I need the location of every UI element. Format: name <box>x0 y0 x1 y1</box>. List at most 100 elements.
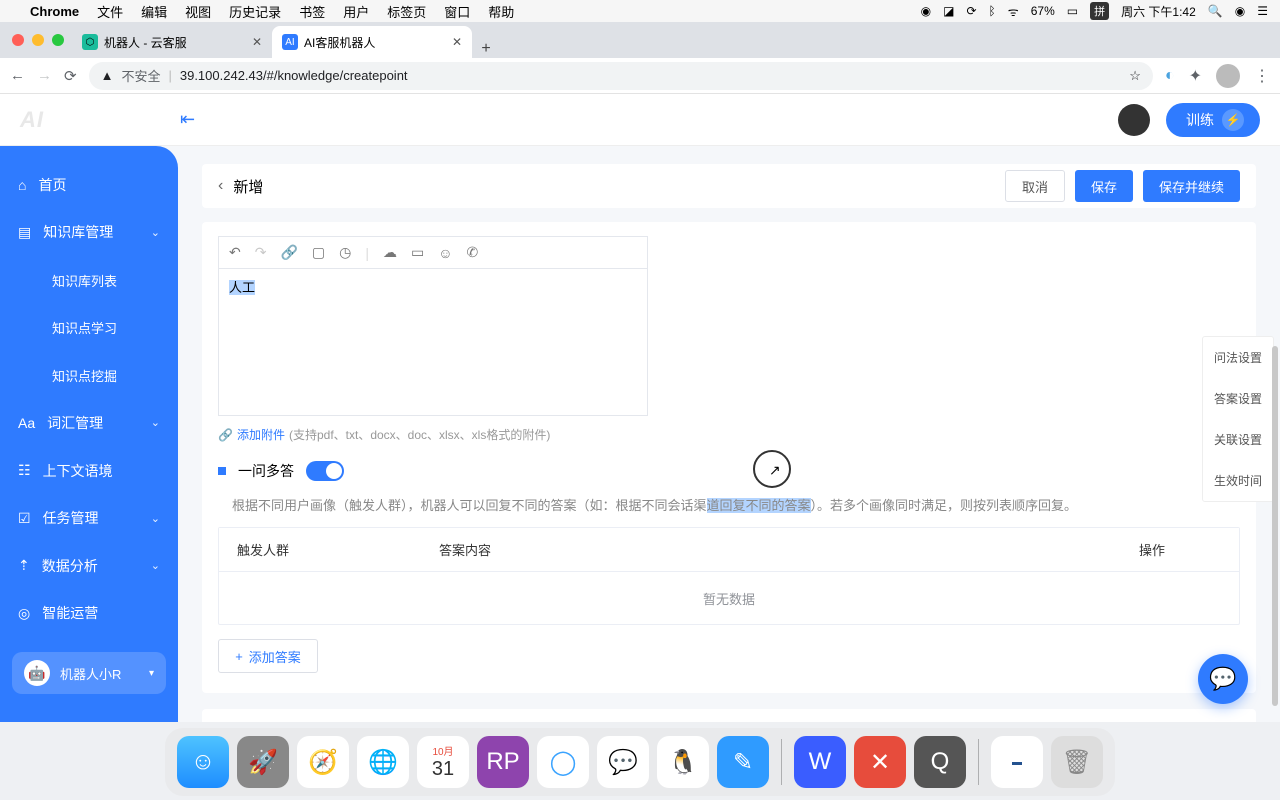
app-logo: AI <box>20 107 180 133</box>
spotlight-icon[interactable]: 🔍 <box>1208 4 1223 18</box>
smile-icon[interactable]: ☺ <box>438 245 452 261</box>
maximize-window-icon[interactable] <box>52 34 64 46</box>
scrollbar[interactable] <box>1272 346 1278 706</box>
dock-chrome-icon[interactable]: 🌐 <box>357 736 409 788</box>
dock-app-icon[interactable]: ◯ <box>537 736 589 788</box>
slide-icon[interactable]: ▭ <box>411 244 424 261</box>
anchor-item[interactable]: 问法设置 <box>1203 337 1273 378</box>
sidebar-item-home[interactable]: ⌂首页 <box>0 162 178 208</box>
sidebar-sub-kb-learn[interactable]: 知识点学习 <box>0 305 178 351</box>
bullet-icon <box>218 467 226 475</box>
browser-tab-active[interactable]: AI AI客服机器人 ✕ <box>272 26 472 58</box>
status-icon[interactable]: ⟳ <box>966 4 976 18</box>
dock-file-icon[interactable]: ▬ <box>991 736 1043 788</box>
minimize-window-icon[interactable] <box>32 34 44 46</box>
app-header: AI ⇤ 训练 ⚡ <box>0 94 1280 146</box>
sidebar-item-tasks[interactable]: ☑任务管理⌄ <box>0 495 178 541</box>
anchor-item[interactable]: 关联设置 <box>1203 419 1273 460</box>
dock-quicktime-icon[interactable]: Q <box>914 736 966 788</box>
dock-app-icon[interactable]: RP <box>477 736 529 788</box>
dock-wechat-icon[interactable]: 💬 <box>597 736 649 788</box>
sidebar-item-analytics[interactable]: ⇡数据分析⌄ <box>0 543 178 589</box>
anchor-item[interactable]: 答案设置 <box>1203 378 1273 419</box>
battery-percent: 67% <box>1031 4 1055 18</box>
chevron-down-icon: ▾ <box>149 668 154 679</box>
chat-fab[interactable]: 💬 <box>1198 654 1248 704</box>
add-answer-button[interactable]: + 添加答案 <box>218 639 318 673</box>
wifi-icon[interactable]: ᯤ <box>1008 3 1019 20</box>
clock-icon[interactable]: ◷ <box>339 244 351 261</box>
sidebar-sub-kb-mine[interactable]: 知识点挖掘 <box>0 353 178 399</box>
dock-app-icon[interactable]: ✕ <box>854 736 906 788</box>
control-center-icon[interactable]: ☰ <box>1257 4 1268 18</box>
sidebar-item-context[interactable]: ☷上下文语境 <box>0 448 178 494</box>
sidebar-item-vocab[interactable]: Aa词汇管理⌄ <box>0 400 178 446</box>
address-bar[interactable]: ▲ 不安全 | 39.100.242.43/#/knowledge/create… <box>89 62 1153 90</box>
menubar-app[interactable]: Chrome <box>30 4 79 19</box>
collapse-sidebar-icon[interactable]: ⇤ <box>180 109 195 130</box>
cloud-icon[interactable]: ☁ <box>383 244 397 261</box>
forward-icon[interactable]: → <box>37 67 52 84</box>
back-icon[interactable]: ← <box>10 67 25 84</box>
link-icon[interactable]: 🔗 <box>280 244 297 261</box>
status-icon[interactable]: ◪ <box>943 4 954 18</box>
save-continue-button[interactable]: 保存并继续 <box>1143 170 1240 202</box>
dock-qq-icon[interactable]: 🐧 <box>657 736 709 788</box>
add-attachment-link[interactable]: 添加附件 <box>237 426 285 443</box>
close-window-icon[interactable] <box>12 34 24 46</box>
extension-icon[interactable]: ◐ <box>1165 67 1175 85</box>
sidebar-item-ops[interactable]: ◎智能运营 <box>0 591 178 637</box>
reload-icon[interactable]: ⟳ <box>64 67 77 85</box>
table-header: 触发人群 答案内容 操作 <box>219 528 1239 572</box>
anchor-item[interactable]: 生效时间 <box>1203 460 1273 501</box>
menu-user[interactable]: 用户 <box>343 2 369 21</box>
train-button[interactable]: 训练 ⚡ <box>1166 103 1260 137</box>
profile-avatar-icon[interactable] <box>1216 64 1240 88</box>
dock-app-icon[interactable]: ✎ <box>717 736 769 788</box>
cancel-button[interactable]: 取消 <box>1005 170 1065 202</box>
window-controls[interactable] <box>8 34 72 46</box>
image-icon[interactable]: ▢ <box>312 244 325 261</box>
clock[interactable]: 周六 下午1:42 <box>1121 3 1196 20</box>
multi-answer-toggle[interactable] <box>306 461 344 481</box>
menu-help[interactable]: 帮助 <box>488 2 514 21</box>
text-icon: Aa <box>18 415 35 431</box>
rich-text-editor[interactable]: 人工 <box>218 268 648 416</box>
ime-indicator[interactable]: 拼 <box>1090 2 1109 20</box>
close-tab-icon[interactable]: ✕ <box>452 35 462 49</box>
sidebar-bot-selector[interactable]: 🤖 机器人小R ▾ <box>12 652 166 694</box>
menu-history[interactable]: 历史记录 <box>229 2 281 21</box>
bot-name: 机器人小R <box>60 664 121 683</box>
menu-window[interactable]: 窗口 <box>444 2 470 21</box>
chrome-tabstrip: ⬡ 机器人 - 云客服 ✕ AI AI客服机器人 ✕ + <box>0 22 1280 58</box>
bookmark-star-icon[interactable]: ☆ <box>1129 68 1141 84</box>
sidebar-label: 词汇管理 <box>47 413 103 433</box>
bluetooth-icon[interactable]: ᛒ <box>989 4 996 18</box>
back-chevron-icon[interactable]: ‹ <box>218 177 223 195</box>
status-icon[interactable]: ◉ <box>921 4 931 18</box>
menu-edit[interactable]: 编辑 <box>141 2 167 21</box>
browser-tab[interactable]: ⬡ 机器人 - 云客服 ✕ <box>72 26 272 58</box>
menu-bookmarks[interactable]: 书签 <box>299 2 325 21</box>
user-avatar[interactable] <box>1118 104 1150 136</box>
dock-wps-icon[interactable]: W <box>794 736 846 788</box>
new-tab-button[interactable]: + <box>472 40 500 58</box>
save-button[interactable]: 保存 <box>1075 170 1133 202</box>
dock-finder-icon[interactable]: ☺ <box>177 736 229 788</box>
chrome-menu-icon[interactable]: ⋮ <box>1254 66 1270 86</box>
redo-icon[interactable]: ↷ <box>255 244 267 261</box>
dock-trash-icon[interactable]: 🗑 <box>1051 736 1103 788</box>
undo-icon[interactable]: ↶ <box>229 244 241 261</box>
dock-calendar-icon[interactable]: 10月31 <box>417 736 469 788</box>
menu-tabs[interactable]: 标签页 <box>387 2 426 21</box>
siri-icon[interactable]: ◉ <box>1235 4 1245 18</box>
menu-file[interactable]: 文件 <box>97 2 123 21</box>
phone-icon[interactable]: ✆ <box>467 244 479 261</box>
dock-launchpad-icon[interactable]: 🚀 <box>237 736 289 788</box>
sidebar-sub-kb-list[interactable]: 知识库列表 <box>0 257 178 303</box>
menu-view[interactable]: 视图 <box>185 2 211 21</box>
extensions-icon[interactable]: ✦ <box>1189 66 1202 86</box>
close-tab-icon[interactable]: ✕ <box>252 35 262 49</box>
dock-safari-icon[interactable]: 🧭 <box>297 736 349 788</box>
sidebar-item-knowledge[interactable]: ▤知识库管理⌄ <box>0 210 178 256</box>
